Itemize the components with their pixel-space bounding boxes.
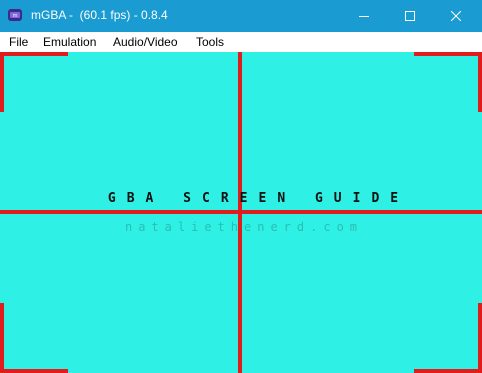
- close-button[interactable]: [433, 0, 479, 32]
- corner-bottom-right-h: [414, 369, 482, 373]
- screen-guide-credit: nataliethenerd.com: [124, 220, 364, 234]
- menu-bar: File Emulation Audio/Video Tools: [0, 32, 482, 52]
- mgba-window: m mGBA - (60.1 fps) - 0.8.4 File Emulati…: [0, 0, 482, 373]
- corner-bottom-left-v: [0, 303, 4, 373]
- screen-guide-title: GBA SCREEN GUIDE: [107, 191, 410, 206]
- maximize-button[interactable]: [387, 0, 433, 32]
- maximize-icon: [405, 11, 415, 21]
- corner-bottom-right-v: [478, 303, 482, 373]
- corner-top-right-v: [478, 52, 482, 112]
- window-title: mGBA - (60.1 fps) - 0.8.4: [31, 8, 168, 22]
- svg-text:m: m: [13, 13, 18, 19]
- game-screen[interactable]: GBA SCREEN GUIDE nataliethenerd.com: [0, 52, 482, 373]
- minimize-button[interactable]: [341, 0, 387, 32]
- mgba-app-icon: m: [7, 7, 23, 23]
- menu-tools[interactable]: Tools: [196, 35, 224, 49]
- horizontal-center-line: [0, 210, 482, 214]
- minimize-icon: [359, 16, 369, 17]
- corner-bottom-left-h: [0, 369, 68, 373]
- menu-emulation[interactable]: Emulation: [43, 35, 96, 49]
- corner-top-right-h: [414, 52, 482, 56]
- corner-top-left-h: [0, 52, 68, 56]
- close-icon: [451, 11, 461, 21]
- screen-guide-overlay: [0, 52, 482, 373]
- menu-audio-video[interactable]: Audio/Video: [113, 35, 178, 49]
- title-bar[interactable]: m mGBA - (60.1 fps) - 0.8.4: [0, 0, 482, 32]
- corner-top-left-v: [0, 52, 4, 112]
- menu-file[interactable]: File: [9, 35, 28, 49]
